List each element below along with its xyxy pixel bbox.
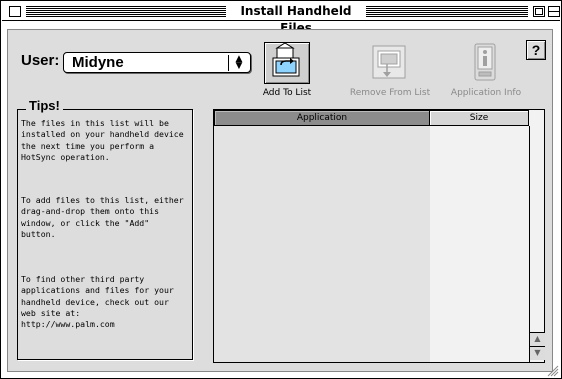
close-box[interactable] [9,6,21,17]
user-select-value: Midyne [72,54,124,71]
collapse-box[interactable] [548,6,560,17]
tip-line: button. [21,228,56,239]
remove-files-icon [372,45,406,79]
scroll-down-arrow-icon[interactable]: ▼ [530,346,545,360]
install-handheld-files-window: Install Handheld Files User: Midyne ▲ ▼ A… [0,0,562,379]
column-header-application[interactable]: Application [214,110,430,126]
application-info-button[interactable] [462,42,508,84]
info-icon [474,43,496,81]
scroll-up-arrow-icon[interactable]: ▲ [530,332,545,346]
tip-line: drag-and-drop them onto this [21,206,160,217]
tip-line: web site at: [21,307,81,318]
help-button[interactable]: ? [526,40,546,60]
tip-hotsync: The files in this list will be installed… [21,118,193,163]
file-list[interactable]: Application Size ▲ ▼ [213,109,545,363]
tip-line: installed on your handheld device [21,129,184,140]
application-column [214,126,430,362]
add-to-list-button[interactable] [264,42,310,84]
add-to-list-label: Add To List [262,88,312,98]
user-label: User: [21,52,60,69]
tip-line: the next time you perform a [21,140,155,151]
size-column [430,126,529,362]
zoom-box[interactable] [533,6,545,17]
tip-line: http://www.palm.com [21,319,115,330]
application-info-label: Application Info [450,88,522,98]
tips-title: Tips! [26,98,63,113]
resize-grip-icon[interactable] [545,363,559,377]
user-select[interactable]: Midyne ▲ ▼ [63,52,251,73]
tip-line: HotSync operation. [21,151,110,162]
tip-website: To find other third party applications a… [21,274,193,330]
content-area: User: Midyne ▲ ▼ Add To List Remove From… [7,29,553,372]
tip-line: To find other third party [21,274,145,284]
select-divider [228,55,229,71]
tip-add-files: To add files to this list, either drag-a… [21,195,193,240]
tip-line: To add files to this list, either [21,195,184,205]
remove-from-list-label: Remove From List [349,88,431,98]
title-bar[interactable]: Install Handheld Files [2,2,560,35]
tip-line: The files in this list will be [21,118,169,128]
remove-from-list-button[interactable] [367,42,413,84]
title-stripes-right [366,6,528,17]
add-files-icon [272,42,300,77]
column-header-size[interactable]: Size [429,110,529,126]
tip-line: handheld device, check out our [21,296,169,307]
tip-line: window, or click the "Add" [21,217,150,228]
tip-line: applications and files for your [21,285,174,296]
vertical-scrollbar[interactable]: ▲ ▼ [529,126,545,362]
title-stripes-left [26,6,226,17]
updown-arrows-icon: ▲ ▼ [235,54,243,71]
window-title: Install Handheld Files [230,3,362,35]
